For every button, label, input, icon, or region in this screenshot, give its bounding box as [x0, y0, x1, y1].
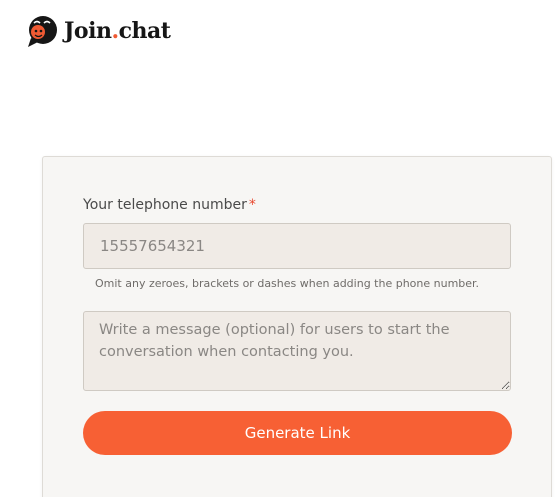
page: Join.chat Your telephone number* Omit an…	[0, 0, 556, 497]
phone-label-text: Your telephone number	[83, 197, 247, 213]
logo-dot: .	[111, 18, 119, 44]
required-mark: *	[248, 197, 256, 213]
generate-link-button[interactable]: Generate Link	[83, 411, 512, 455]
message-input[interactable]	[83, 311, 511, 391]
logo-word: Join	[64, 18, 112, 44]
logo-wordmark: Join.chat	[64, 18, 171, 44]
logo-suffix: chat	[118, 18, 171, 44]
phone-label: Your telephone number *	[83, 197, 256, 213]
phone-input[interactable]	[83, 223, 511, 269]
speech-bubble-face-icon	[28, 16, 57, 47]
brand-logo[interactable]: Join.chat	[26, 14, 171, 48]
phone-hint: Omit any zeroes, brackets or dashes when…	[95, 277, 480, 290]
link-generator-card: Your telephone number* Omit any zeroes, …	[42, 156, 552, 497]
